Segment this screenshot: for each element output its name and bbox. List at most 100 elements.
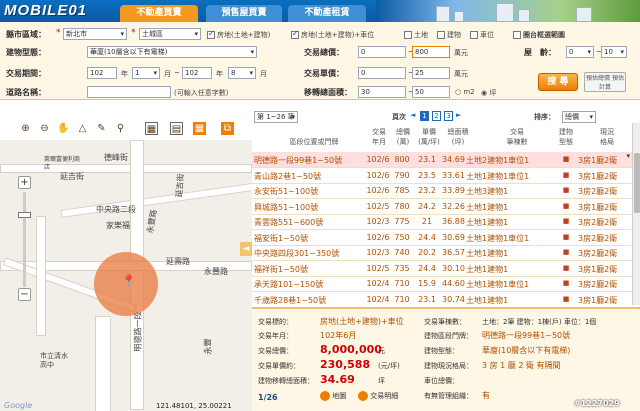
detail-page-info: 1/26	[258, 393, 278, 402]
area-min-input[interactable]: 30	[358, 86, 406, 98]
age-max-select[interactable]: 10	[601, 46, 627, 58]
page-1[interactable]: 1	[420, 111, 429, 121]
table-row[interactable]: 青雲路551~600號 102/3 775 21 36.88 土地1建物1 ■ 3房2廳2衛	[252, 214, 632, 230]
sort-select[interactable]: 總價	[562, 111, 596, 123]
total-price-max-input[interactable]: 800	[412, 46, 450, 58]
fullscreen-icon[interactable]: ⧉	[221, 122, 234, 135]
detail-area-unit: 坪	[378, 377, 385, 385]
age-min-select[interactable]: 0	[566, 46, 594, 58]
col-area[interactable]: 總面積 (坪)	[442, 127, 474, 147]
next-page-icon[interactable]: ►	[456, 111, 461, 119]
site-logo[interactable]: MOBILE01	[4, 2, 124, 20]
tab-rental[interactable]: 不動產租賃	[288, 5, 366, 22]
detail-transaction-button[interactable]: 交易明細	[358, 391, 398, 403]
scrollbar-thumb[interactable]	[634, 153, 640, 213]
cell-ym: 102/6	[366, 186, 390, 195]
table-row[interactable]: 福祥街1~50號 102/5 735 24.4 30.10 土地1建物1 ■ 3房1廳2衛	[252, 261, 632, 277]
checkbox-icon[interactable]	[207, 29, 215, 39]
print-icon[interactable]: ▤	[170, 122, 183, 135]
area-unit-ping[interactable]: ◉ 坪	[481, 88, 496, 98]
table-row[interactable]: 中央路四段301~350號 102/3 740 20.2 36.57 土地1建物1 ■ 3房2…	[252, 245, 632, 261]
period-month-start[interactable]: 1	[132, 67, 160, 79]
cell-total: 710	[394, 279, 410, 288]
road-input[interactable]	[87, 86, 171, 98]
zoom-in-icon[interactable]: ⊕	[19, 122, 32, 135]
page-2[interactable]: 2	[432, 111, 441, 121]
results-scrollbar[interactable]	[632, 123, 640, 305]
detail-map-button[interactable]: 地圖	[320, 391, 346, 403]
cell-area: 33.61	[442, 170, 465, 180]
col-address[interactable]: 區段位置或門牌	[266, 137, 362, 147]
col-date[interactable]: 交易 年月	[368, 127, 390, 147]
building-type-select[interactable]: 華廈(10層含以下有電梯)	[87, 46, 257, 58]
col-items[interactable]: 交易 筆棟數	[492, 127, 542, 147]
cell-layout: 3房2廳2衛	[578, 187, 618, 196]
location-pin-icon[interactable]: 📍	[121, 274, 136, 288]
cell-total: 780	[394, 201, 410, 211]
col-layout[interactable]: 現況 格局	[592, 127, 622, 147]
area-max-input[interactable]: 50	[412, 86, 450, 98]
detail-type-label: 建物型態：	[424, 347, 459, 355]
col-type[interactable]: 建物 型態	[554, 127, 578, 147]
check-circle-area[interactable]: 圈台框選範圍	[513, 30, 565, 40]
unit-price-max-input[interactable]: 25	[412, 67, 450, 79]
prev-page-icon[interactable]: ◄	[410, 111, 415, 119]
col-unit[interactable]: 單價 (萬/坪)	[416, 127, 442, 147]
check-house-land-parking[interactable]: 房地(土地+建物)+車位	[291, 29, 374, 40]
col-total[interactable]: 總價 (萬)	[392, 127, 414, 147]
table-row[interactable]: 福安街1~50號 102/6 750 24.4 30.69 土地1建物1車位1 ■ 3房2廳2…	[252, 230, 632, 246]
table-row[interactable]: 永安街51~100號 102/6 785 23.2 33.89 土地3建物1 ■ 3房2廳2衛	[252, 183, 632, 199]
measure-icon[interactable]: △	[76, 122, 89, 135]
search-button[interactable]: 搜 尋	[538, 73, 578, 91]
page-range-select[interactable]: 第 1~26 筆	[254, 111, 298, 123]
detail-area-label: 建物移轉總面積：	[258, 377, 314, 385]
county-select[interactable]: 新北市	[63, 28, 127, 40]
table-row[interactable]: 青山路2巷1~50號 102/6 790 23.5 33.61 土地1建物1車位1 ■ 3房1…	[252, 168, 632, 184]
marker-icon[interactable]: ✎	[95, 122, 108, 135]
area-unit-m2[interactable]: ○ m2	[455, 88, 475, 96]
checkbox-icon[interactable]	[437, 31, 445, 39]
zoom-slider-track[interactable]	[23, 192, 26, 287]
check-parking[interactable]: 車位	[470, 30, 494, 40]
road-label: 道路名稱：	[6, 88, 46, 97]
estimate-calc-button[interactable]: 預估總價 預估計算	[584, 72, 626, 92]
layer-icon[interactable]: ▦	[145, 122, 158, 135]
checkbox-icon[interactable]	[291, 29, 299, 39]
cell-ym: 102/6	[366, 170, 390, 180]
pan-hand-icon[interactable]: ✋	[57, 122, 70, 135]
check-land[interactable]: 土地	[404, 30, 428, 40]
cell-unit: 24.4	[418, 263, 436, 273]
collapse-panel-icon[interactable]: ◄	[240, 242, 252, 256]
map-zoom-in-button[interactable]: +	[18, 176, 31, 189]
period-month-end[interactable]: 8	[228, 67, 256, 79]
zoom-out-icon[interactable]: ⊖	[38, 122, 51, 135]
tab-real-estate-sale[interactable]: 不動產買賣	[120, 5, 198, 22]
tab-presale-sale[interactable]: 預售屋買賣	[206, 5, 282, 22]
period-year-start[interactable]: 102	[87, 67, 117, 79]
check-house-land[interactable]: 房地(土地+建物)	[207, 29, 270, 40]
table-row[interactable]: 千歲路28巷1~50號 102/4 710 23.1 30.74 土地1建物1 ■ 3房1廳2…	[252, 292, 632, 308]
unit-price-min-input[interactable]: 0	[358, 67, 406, 79]
cell-type: ■	[562, 201, 570, 210]
map-zoom-out-button[interactable]: −	[18, 288, 31, 301]
district-select[interactable]: 土城區	[139, 28, 201, 40]
check-building[interactable]: 建物	[437, 30, 461, 40]
page-3[interactable]: 3	[444, 111, 453, 121]
checkbox-icon[interactable]	[513, 31, 521, 39]
results-table: 明德路一段99巷1~50號 102/6 800 23.1 34.69 土地2建物1車位1 ■…	[252, 152, 640, 312]
table-row[interactable]: 明德路一段99巷1~50號 102/6 800 23.1 34.69 土地2建物1車位1 ■…	[252, 152, 632, 168]
checkbox-icon[interactable]	[470, 31, 478, 39]
table-row[interactable]: 興城路51~100號 102/5 780 24.2 32.26 土地1建物1 ■ 3房1廳2衛	[252, 199, 632, 215]
zoom-slider-thumb[interactable]	[18, 212, 31, 218]
search-area-icon[interactable]: ⚲	[114, 122, 127, 135]
map-mode-icon[interactable]: ▦	[193, 122, 206, 135]
cell-unit: 21	[421, 217, 433, 226]
checkbox-icon[interactable]	[404, 31, 412, 39]
detail-management-label: 有無管理組織：	[424, 392, 473, 400]
cell-layout: 3房1廳2衛	[578, 202, 618, 212]
map-panel[interactable]: ⊕ ⊖ ✋ △ ✎ ⚲ ▦ ▤ ▦ ⧉ 德峰街 延吉街 中央路二段 永豐路 延吉…	[0, 116, 252, 411]
total-price-min-input[interactable]: 0	[358, 46, 406, 58]
period-year-end[interactable]: 102	[182, 67, 212, 79]
street-label: 萊爾富便利商店	[44, 156, 81, 171]
table-row[interactable]: 承天路101~150號 102/4 710 15.9 44.60 土地1建物1車位1 ■ 3房…	[252, 276, 632, 292]
